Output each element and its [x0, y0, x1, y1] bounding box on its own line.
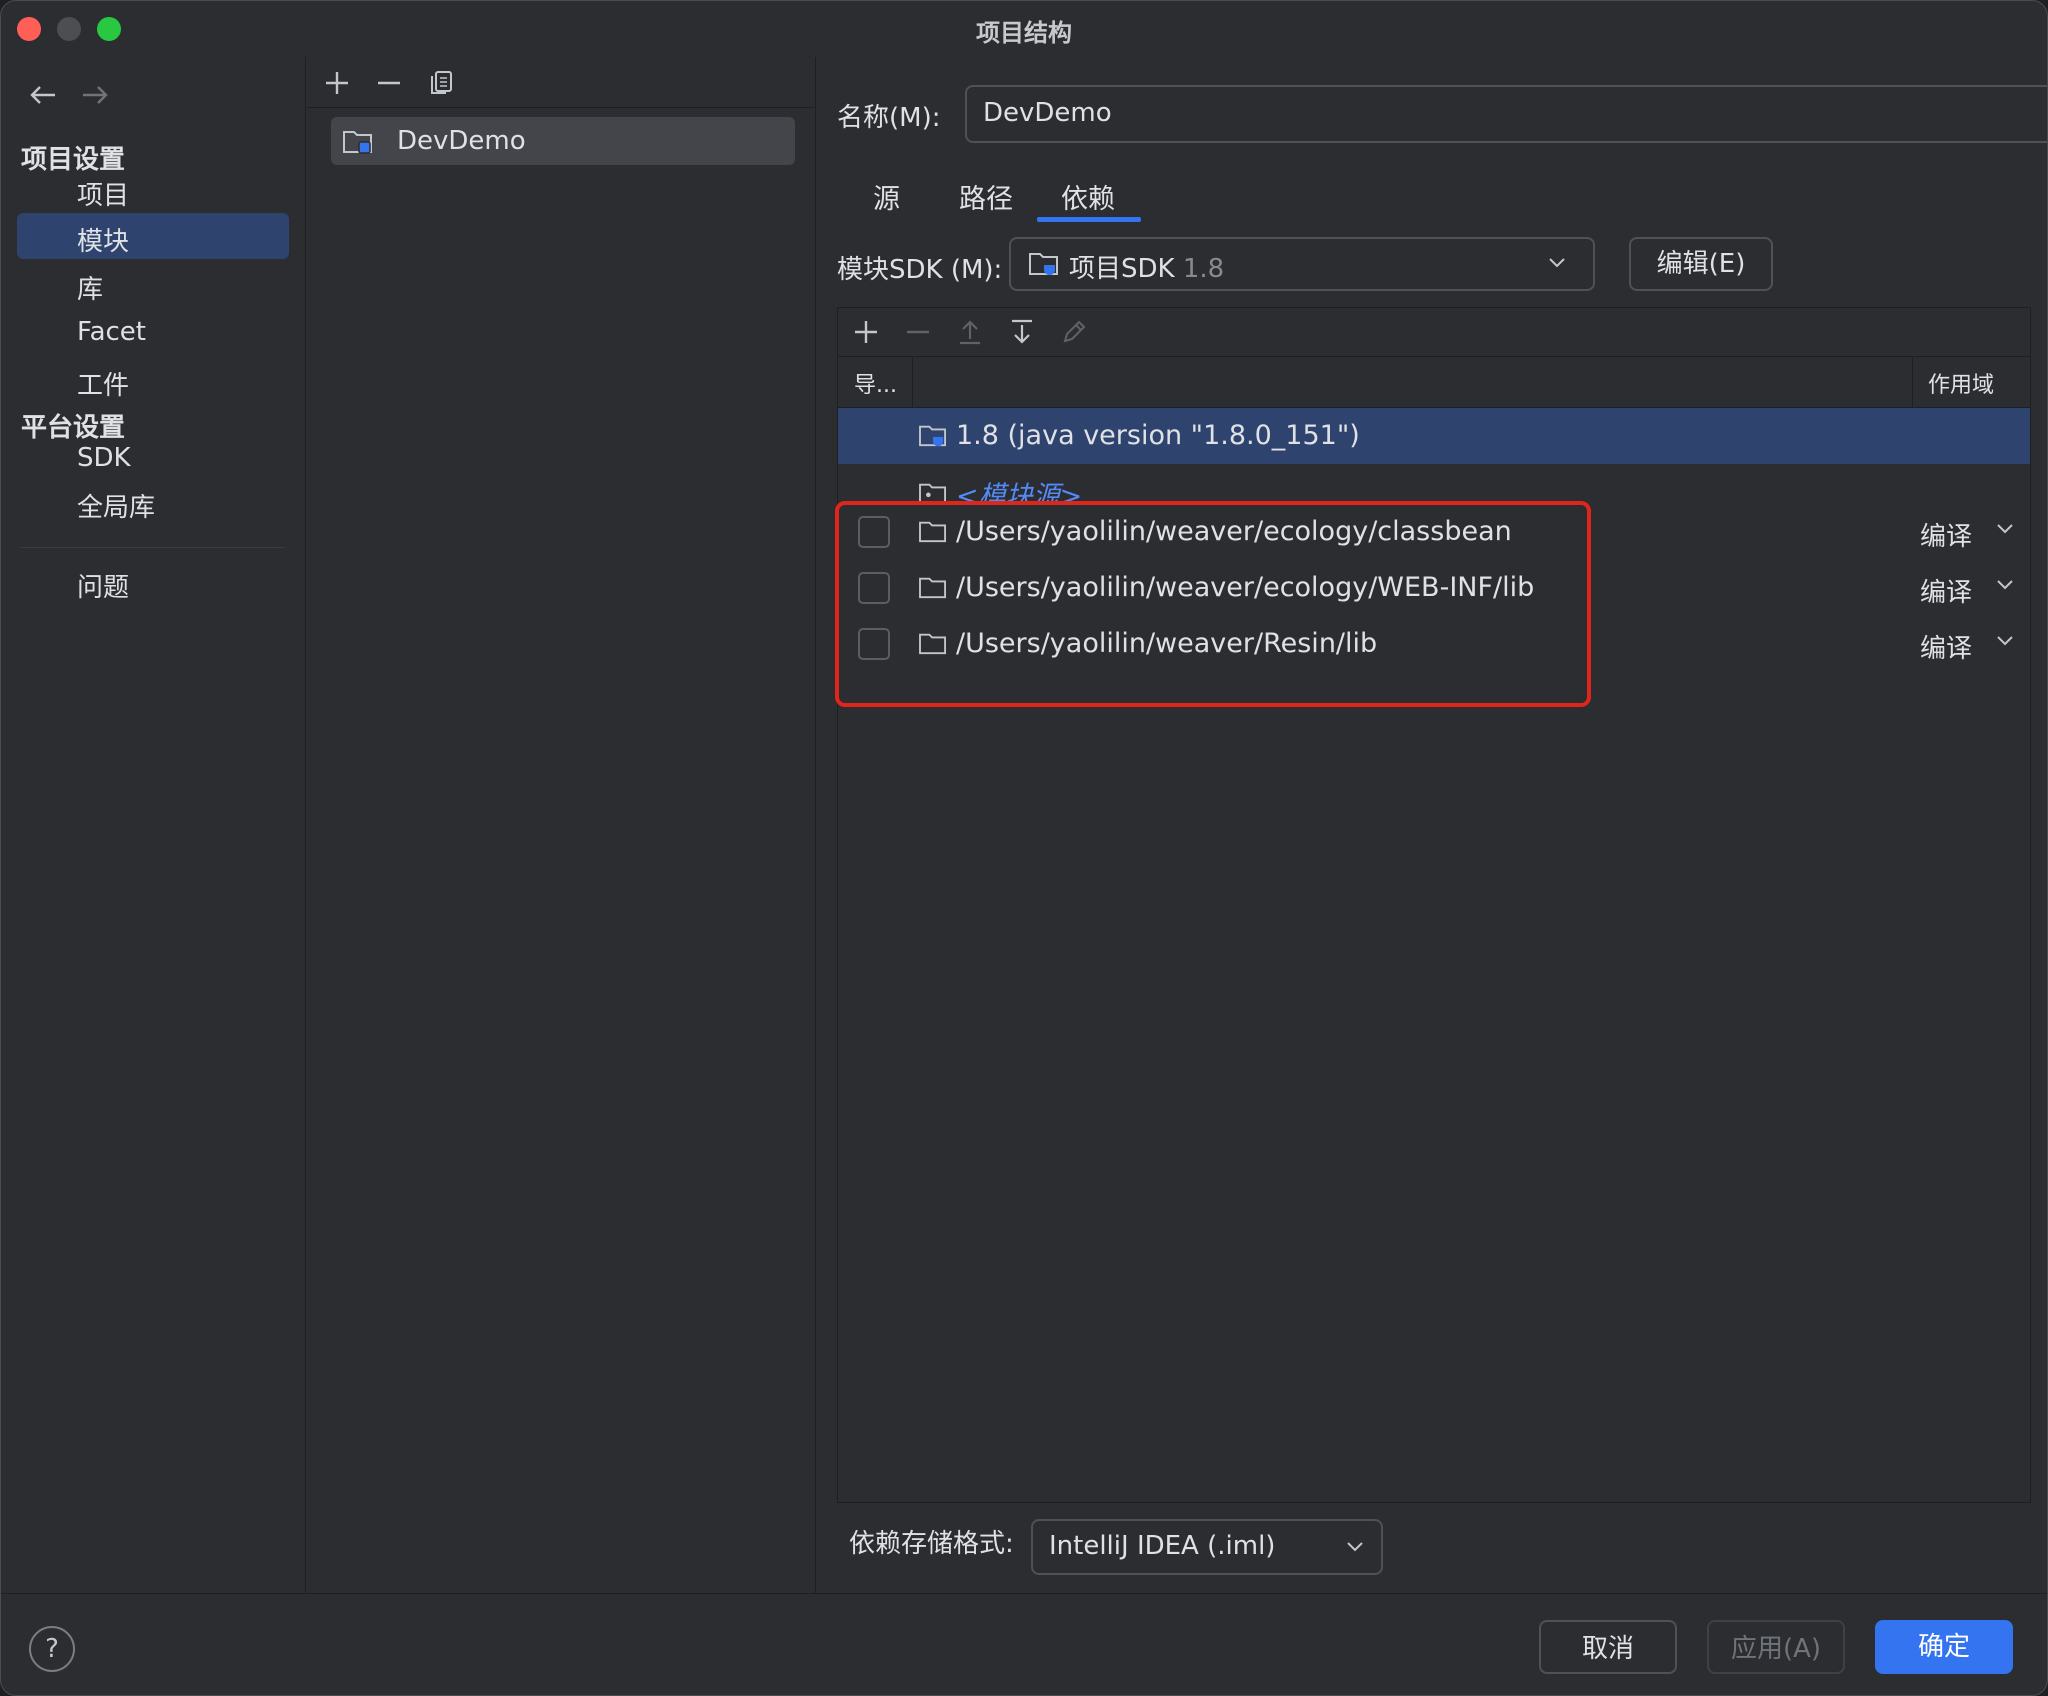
dependency-row-sdk[interactable]: 1.8 (java version "1.8.0_151") [838, 408, 2030, 464]
module-sdk-dropdown[interactable]: 项目SDK 1.8 [1009, 237, 1595, 291]
dependency-row[interactable]: /Users/yaolilin/weaver/ecology/WEB-INF/l… [838, 560, 2030, 616]
export-checkbox[interactable] [858, 516, 890, 548]
cancel-button[interactable]: 取消 [1539, 1620, 1677, 1674]
export-checkbox[interactable] [858, 628, 890, 660]
move-up-icon[interactable] [950, 314, 990, 350]
dependency-row[interactable]: /Users/yaolilin/weaver/Resin/lib 编译 [838, 616, 2030, 672]
edit-sdk-button[interactable]: 编辑(E) [1629, 237, 1773, 291]
tab-sources[interactable]: 源 [873, 177, 900, 216]
back-arrow-icon[interactable] [23, 77, 63, 113]
forward-arrow-icon[interactable] [75, 77, 115, 113]
remove-module-icon[interactable] [369, 65, 409, 101]
dependency-path: /Users/yaolilin/weaver/ecology/WEB-INF/l… [956, 572, 1535, 603]
column-divider [1912, 357, 1913, 407]
sdk-value: 项目SDK [1069, 254, 1175, 284]
sidebar-item-sdk[interactable]: SDK [17, 435, 289, 481]
chevron-down-icon [1343, 1537, 1367, 1557]
name-label: 名称(M): [837, 103, 941, 133]
folder-icon [918, 518, 948, 548]
dependency-path: /Users/yaolilin/weaver/ecology/classbean [956, 516, 1512, 547]
ok-button[interactable]: 确定 [1875, 1620, 2013, 1674]
sidebar-item-label: 模块 [77, 227, 130, 257]
sidebar-divider [21, 547, 285, 548]
dependency-name: <模块源> [956, 481, 1083, 504]
sdk-folder-icon [1027, 249, 1061, 277]
folder-icon [918, 574, 948, 604]
sidebar-item-label: Facet [77, 317, 146, 347]
storage-format-label: 依赖存储格式: [849, 1529, 1014, 1559]
export-column-header[interactable]: 导... [854, 367, 897, 399]
sidebar-item-label: 全局库 [77, 493, 156, 523]
module-name-value: DevDemo [983, 98, 1112, 128]
apply-button[interactable]: 应用(A) [1707, 1620, 1845, 1674]
add-dependency-icon[interactable] [846, 314, 886, 350]
module-folder-icon [341, 127, 375, 155]
storage-format-value: IntelliJ IDEA (.iml) [1049, 1531, 1276, 1561]
sidebar-item-label: 工件 [77, 371, 130, 401]
folder-icon [918, 630, 948, 660]
panel-divider [815, 57, 816, 1593]
sdk-folder-icon [918, 422, 948, 452]
dependency-row-module-source[interactable]: <模块源> [838, 464, 2030, 504]
move-down-icon[interactable] [1002, 314, 1042, 350]
window-title: 项目结构 [976, 19, 1072, 47]
scope-dropdown[interactable]: 编译 [1920, 572, 1972, 609]
dependencies-header: 导... 作用域 [838, 356, 2030, 408]
active-tab-indicator [1037, 217, 1141, 222]
sidebar-item-label: 库 [77, 275, 104, 305]
dialog-footer: ? 取消 应用(A) 确定 [1, 1593, 2047, 1695]
tab-paths[interactable]: 路径 [959, 177, 1013, 216]
module-sdk-label: 模块SDK (M): [837, 255, 1003, 285]
scope-dropdown[interactable]: 编译 [1920, 628, 1972, 665]
scope-dropdown[interactable]: 编译 [1920, 516, 1972, 553]
dependencies-table: 导... 作用域 1.8 (java version "1.8.0_151") … [837, 307, 2031, 1503]
dependency-path: /Users/yaolilin/weaver/Resin/lib [956, 628, 1378, 659]
source-folder-icon [918, 480, 948, 504]
export-checkbox[interactable] [858, 572, 890, 604]
sidebar-item-artifacts[interactable]: 工件 [17, 357, 289, 403]
panel-divider [305, 57, 306, 1593]
edit-dependency-icon[interactable] [1054, 314, 1094, 350]
dependency-name: 1.8 (java version "1.8.0_151") [956, 420, 1360, 451]
modules-panel: DevDemo [307, 57, 815, 1593]
title-bar: 项目结构 [1, 1, 2047, 57]
column-divider [912, 357, 913, 407]
module-item-label: DevDemo [397, 126, 526, 156]
dependency-row[interactable]: /Users/yaolilin/weaver/ecology/classbean… [838, 504, 2030, 560]
module-details-panel: 名称(M): DevDemo 源 路径 依赖 模块SDK (M): 项目SDK … [817, 57, 2047, 1593]
chevron-down-icon[interactable] [1996, 520, 2014, 539]
add-module-icon[interactable] [317, 65, 357, 101]
sidebar-item-label: SDK [77, 443, 131, 473]
tab-dependencies[interactable]: 依赖 [1061, 177, 1115, 216]
module-name-field[interactable]: DevDemo [965, 85, 2047, 143]
chevron-down-icon[interactable] [1996, 576, 2014, 595]
chevron-down-icon[interactable] [1996, 632, 2014, 651]
module-item-devdemo[interactable]: DevDemo [331, 117, 795, 165]
sidebar-item-label: 问题 [77, 573, 130, 603]
help-button[interactable]: ? [29, 1626, 75, 1672]
chevron-down-icon [1545, 253, 1569, 273]
sidebar-item-global-libraries[interactable]: 全局库 [17, 479, 289, 525]
sidebar-item-libraries[interactable]: 库 [17, 261, 289, 307]
remove-dependency-icon[interactable] [898, 314, 938, 350]
sidebar-item-facets[interactable]: Facet [17, 309, 289, 355]
sidebar-item-problems[interactable]: 问题 [17, 559, 289, 605]
sidebar-item-label: 项目 [77, 181, 130, 211]
sidebar-item-project[interactable]: 项目 [17, 167, 289, 213]
toolbar-divider [307, 107, 815, 108]
sdk-version: 1.8 [1182, 254, 1225, 284]
settings-sidebar: 项目设置 项目 模块 库 Facet 工件 平台设置 SDK 全局库 问题 [1, 57, 305, 1593]
dependencies-toolbar [838, 308, 2030, 356]
project-structure-dialog: 项目结构 项目设置 项目 模块 库 Facet 工件 平台设置 SDK 全局库 … [0, 0, 2048, 1696]
sidebar-item-modules[interactable]: 模块 [17, 213, 289, 259]
scope-column-header[interactable]: 作用域 [1928, 367, 1994, 399]
copy-module-icon[interactable] [421, 65, 461, 101]
storage-format-dropdown[interactable]: IntelliJ IDEA (.iml) [1031, 1519, 1383, 1575]
